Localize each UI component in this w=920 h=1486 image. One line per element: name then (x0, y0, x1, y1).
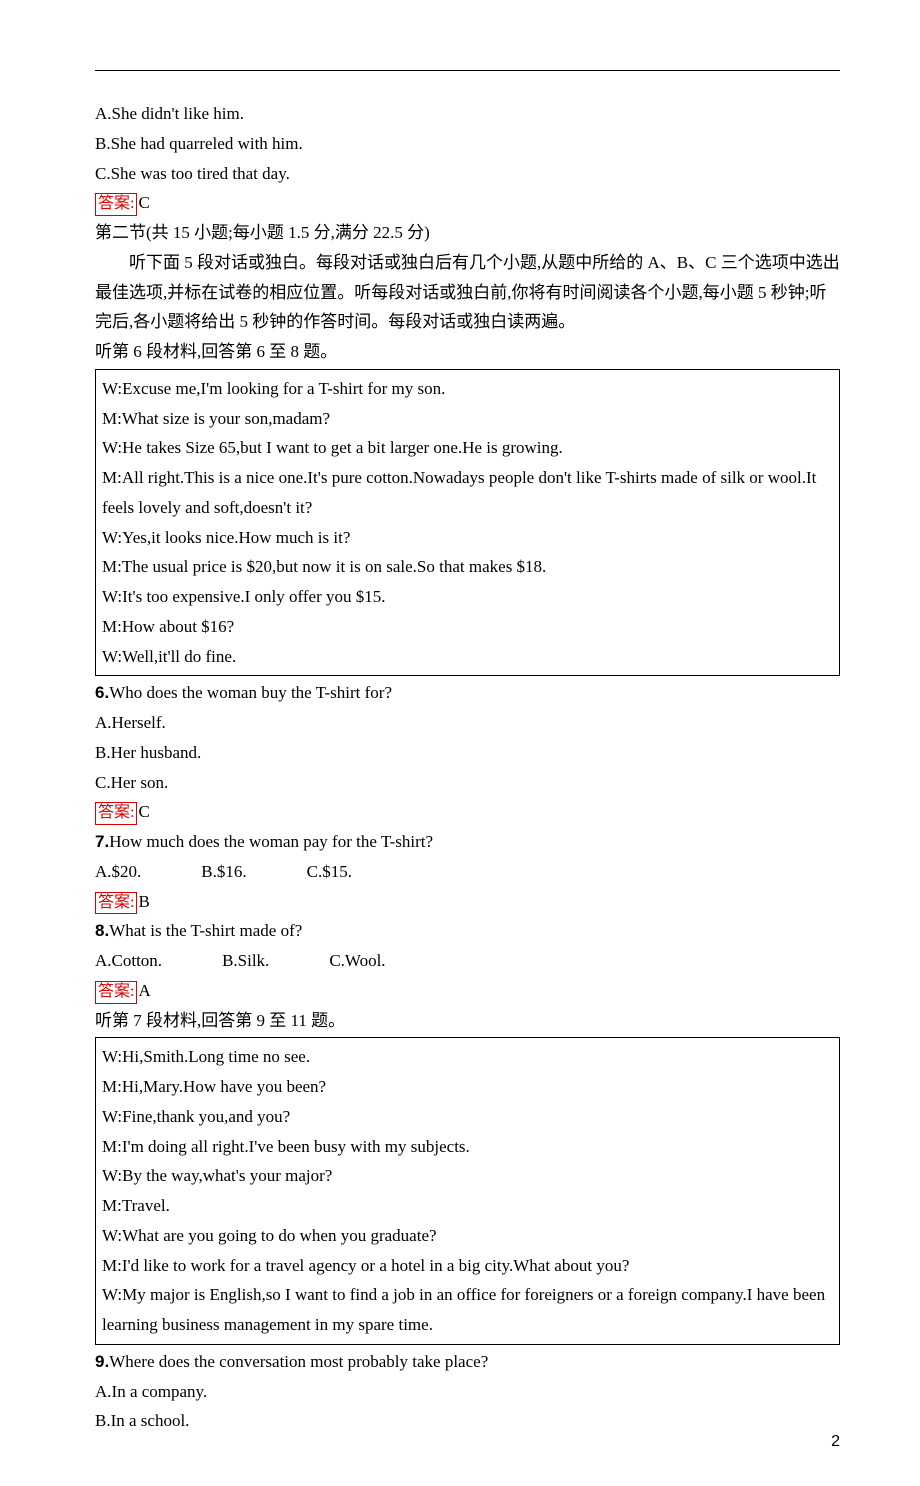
dialog-line: M:Travel. (102, 1191, 833, 1221)
question-text: What is the T-shirt made of? (109, 921, 302, 940)
question-number: 8. (95, 921, 109, 940)
answer-label: 答案: (95, 892, 137, 915)
dialog-line: W:It's too expensive.I only offer you $1… (102, 582, 833, 612)
question-9-options: A.In a company. B.In a school. (95, 1377, 840, 1437)
answer-label: 答案: (95, 802, 137, 825)
question-6-options: A.Herself. B.Her husband. C.Her son. (95, 708, 840, 797)
question-text: How much does the woman pay for the T-sh… (109, 832, 433, 851)
option-c: C.She was too tired that day. (95, 159, 840, 189)
dialog-line: W:Well,it'll do fine. (102, 642, 833, 672)
material-7-intro: 听第 7 段材料,回答第 9 至 11 题。 (95, 1006, 840, 1036)
dialog-line: W:My major is English,so I want to find … (102, 1280, 833, 1340)
dialog-line: W:By the way,what's your major? (102, 1161, 833, 1191)
question-6: 6.Who does the woman buy the T-shirt for… (95, 678, 840, 708)
answer-value: C (138, 193, 149, 212)
option-b: B.She had quarreled with him. (95, 129, 840, 159)
option-a: A.In a company. (95, 1377, 840, 1407)
answer-value: B (138, 892, 149, 911)
question-number: 9. (95, 1352, 109, 1371)
dialog-6: W:Excuse me,I'm looking for a T-shirt fo… (95, 369, 840, 677)
dialog-line: M:Hi,Mary.How have you been? (102, 1072, 833, 1102)
section-2-description: 听下面 5 段对话或独白。每段对话或独白后有几个小题,从题中所给的 A、B、C … (95, 248, 840, 337)
dialog-line: M:How about $16? (102, 612, 833, 642)
option-c: C.Her son. (95, 768, 840, 798)
question-text: Where does the conversation most probabl… (109, 1352, 488, 1371)
dialog-line: M:I'd like to work for a travel agency o… (102, 1251, 833, 1281)
answer-value: C (138, 802, 149, 821)
answer-row: 答案:B (95, 887, 840, 917)
option-c: C.$15. (307, 857, 352, 887)
question-number: 7. (95, 832, 109, 851)
section-2-title: 第二节(共 15 小题;每小题 1.5 分,满分 22.5 分) (95, 218, 840, 248)
option-b: B.Silk. (222, 946, 269, 976)
option-a: A.Herself. (95, 708, 840, 738)
page-number: 2 (831, 1428, 840, 1456)
dialog-line: M:I'm doing all right.I've been busy wit… (102, 1132, 833, 1162)
answer-label: 答案: (95, 193, 137, 216)
dialog-line: W:Hi,Smith.Long time no see. (102, 1042, 833, 1072)
dialog-line: W:He takes Size 65,but I want to get a b… (102, 433, 833, 463)
dialog-line: W:What are you going to do when you grad… (102, 1221, 833, 1251)
question-7-options: A.$20. B.$16. C.$15. (95, 857, 840, 887)
question-5-options: A.She didn't like him. B.She had quarrel… (95, 99, 840, 188)
dialog-line: M:All right.This is a nice one.It's pure… (102, 463, 833, 523)
question-7: 7.How much does the woman pay for the T-… (95, 827, 840, 857)
horizontal-rule (95, 70, 840, 71)
question-8-options: A.Cotton. B.Silk. C.Wool. (95, 946, 840, 976)
dialog-line: W:Excuse me,I'm looking for a T-shirt fo… (102, 374, 833, 404)
option-b: B.Her husband. (95, 738, 840, 768)
dialog-line: M:The usual price is $20,but now it is o… (102, 552, 833, 582)
option-b: B.$16. (201, 857, 246, 887)
question-number: 6. (95, 683, 109, 702)
option-c: C.Wool. (329, 946, 385, 976)
answer-value: A (138, 981, 150, 1000)
answer-row: 答案:C (95, 188, 840, 218)
question-8: 8.What is the T-shirt made of? (95, 916, 840, 946)
question-9: 9.Where does the conversation most proba… (95, 1347, 840, 1377)
option-a: A.Cotton. (95, 946, 162, 976)
question-text: Who does the woman buy the T-shirt for? (109, 683, 392, 702)
answer-row: 答案:C (95, 797, 840, 827)
option-a: A.$20. (95, 857, 141, 887)
material-6-intro: 听第 6 段材料,回答第 6 至 8 题。 (95, 337, 840, 367)
option-a: A.She didn't like him. (95, 99, 840, 129)
dialog-line: W:Fine,thank you,and you? (102, 1102, 833, 1132)
option-b: B.In a school. (95, 1406, 840, 1436)
answer-row: 答案:A (95, 976, 840, 1006)
answer-label: 答案: (95, 981, 137, 1004)
dialog-line: M:What size is your son,madam? (102, 404, 833, 434)
dialog-7: W:Hi,Smith.Long time no see. M:Hi,Mary.H… (95, 1037, 840, 1345)
dialog-line: W:Yes,it looks nice.How much is it? (102, 523, 833, 553)
